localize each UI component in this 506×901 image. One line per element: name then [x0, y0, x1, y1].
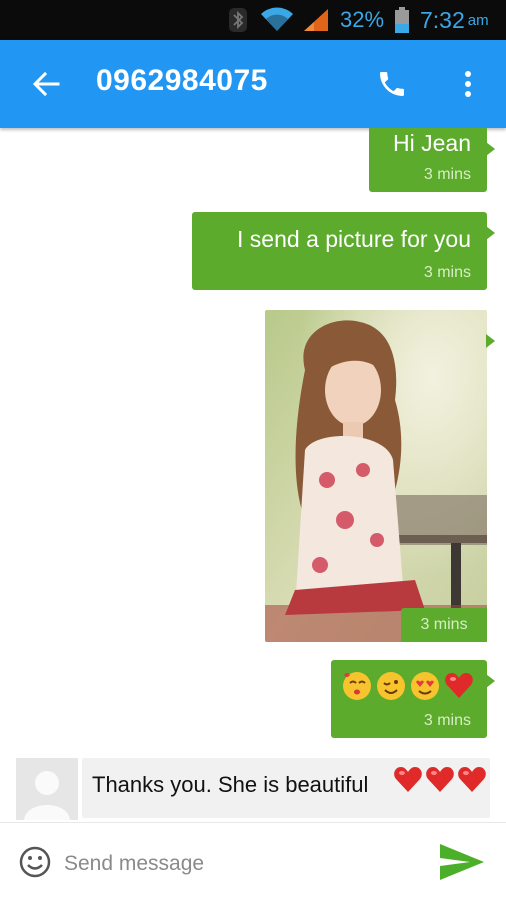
message-text: I send a picture for you: [237, 226, 471, 252]
message-text: Hi Jean: [393, 130, 471, 156]
message-input[interactable]: [62, 843, 406, 885]
contact-title: 0962984075: [96, 64, 268, 97]
heart-emoji-icon: [394, 767, 422, 792]
bluetooth-icon: [228, 0, 248, 40]
heart-emoji-icon: [458, 767, 486, 792]
outgoing-image-message[interactable]: 3 mins: [265, 310, 495, 642]
message-time: 3 mins: [423, 166, 471, 183]
emoji-row: [392, 764, 488, 796]
bubble-tail: [486, 334, 495, 348]
conversation-list[interactable]: Hi Jean 3 mins I send a picture for you …: [0, 128, 506, 822]
smiley-icon: [19, 846, 51, 878]
signal-icon: [302, 0, 330, 40]
send-button[interactable]: [434, 837, 490, 887]
message-time: 3 mins: [423, 264, 471, 281]
more-vert-icon: [465, 71, 471, 97]
app-bar: 0962984075: [0, 40, 506, 128]
back-arrow-icon: [32, 71, 60, 97]
message-composer: [0, 822, 506, 901]
attached-photo[interactable]: [265, 310, 487, 642]
battery-percent: 32%: [340, 7, 385, 32]
status-bar: 32% 7:32 am: [0, 0, 506, 40]
clock-ampm: am: [467, 11, 489, 29]
heart-emoji-icon: [426, 767, 454, 792]
send-icon: [440, 844, 484, 880]
heart-emoji-icon: [445, 673, 473, 698]
battery-icon: [394, 0, 410, 40]
heart-eyes-emoji-icon: [411, 672, 439, 700]
clock-time: 7:32: [420, 6, 465, 33]
emoji-button[interactable]: [18, 845, 52, 879]
outgoing-message[interactable]: Hi Jean 3 mins: [369, 128, 495, 192]
kiss-emoji-icon: [343, 672, 371, 700]
message-time: 3 mins: [401, 608, 487, 642]
phone-icon: [380, 72, 404, 96]
message-time: 3 mins: [423, 712, 471, 729]
message-text: Thanks you. She is beautiful: [92, 772, 369, 797]
call-button[interactable]: [368, 62, 416, 106]
outgoing-message[interactable]: I send a picture for you 3 mins: [192, 212, 495, 290]
more-options-button[interactable]: [450, 62, 486, 106]
wifi-icon: [260, 0, 294, 40]
outgoing-emoji-message[interactable]: 3 mins: [331, 660, 495, 738]
contact-avatar[interactable]: [16, 758, 78, 820]
back-button[interactable]: [24, 62, 68, 106]
incoming-message[interactable]: Thanks you. She is beautiful: [82, 758, 490, 818]
clock: 7:32 am: [420, 0, 489, 40]
wink-emoji-icon: [377, 672, 405, 700]
emoji-row: [341, 670, 475, 702]
